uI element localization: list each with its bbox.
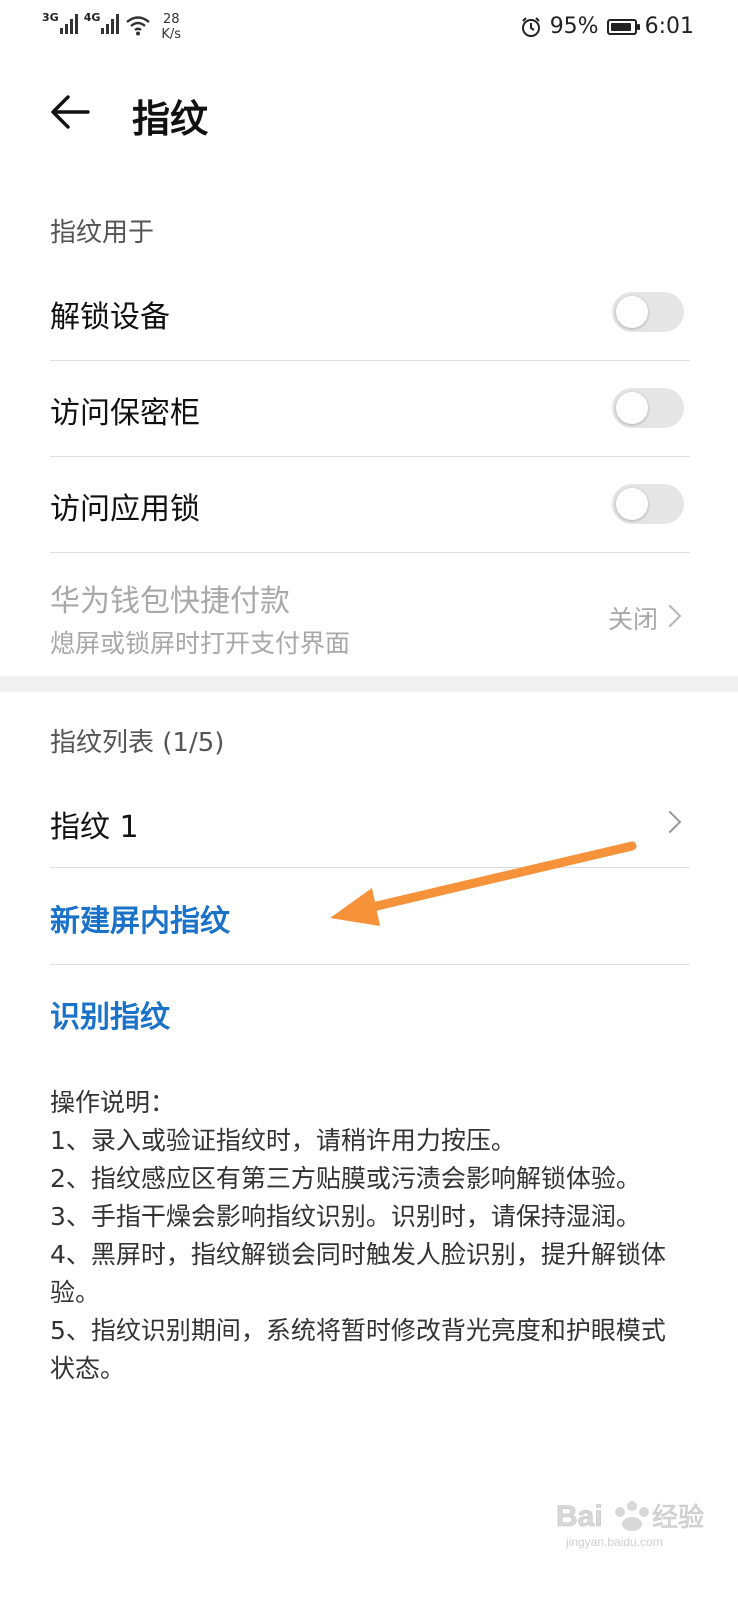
baidu-watermark-logo: Bai 经验 jingyan.baidu.com xyxy=(556,1492,736,1552)
svg-text:jingyan.baidu.com: jingyan.baidu.com xyxy=(565,1535,663,1549)
instruction-line: 5、指纹识别期间，系统将暂时修改背光亮度和护眼模式状态。 xyxy=(50,1316,666,1383)
annotation-arrow-icon xyxy=(330,841,637,926)
svg-text:Bai: Bai xyxy=(556,1500,603,1533)
instructions-title: 操作说明： xyxy=(50,1088,176,1117)
instructions: 操作说明： 1、录入或验证指纹时，请稍许用力按压。 2、指纹感应区有第三方贴膜或… xyxy=(50,1084,690,1388)
svg-text:经验: 经验 xyxy=(652,1503,704,1533)
instruction-line: 2、指纹感应区有第三方贴膜或污渍会影响解锁体验。 xyxy=(50,1164,641,1193)
instruction-line: 4、黑屏时，指纹解锁会同时触发人脸识别，提升解锁体验。 xyxy=(50,1240,666,1307)
instruction-line: 1、录入或验证指纹时，请稍许用力按压。 xyxy=(50,1126,516,1155)
instruction-line: 3、手指干燥会影响指纹识别。识别时，请保持湿润。 xyxy=(50,1202,641,1231)
